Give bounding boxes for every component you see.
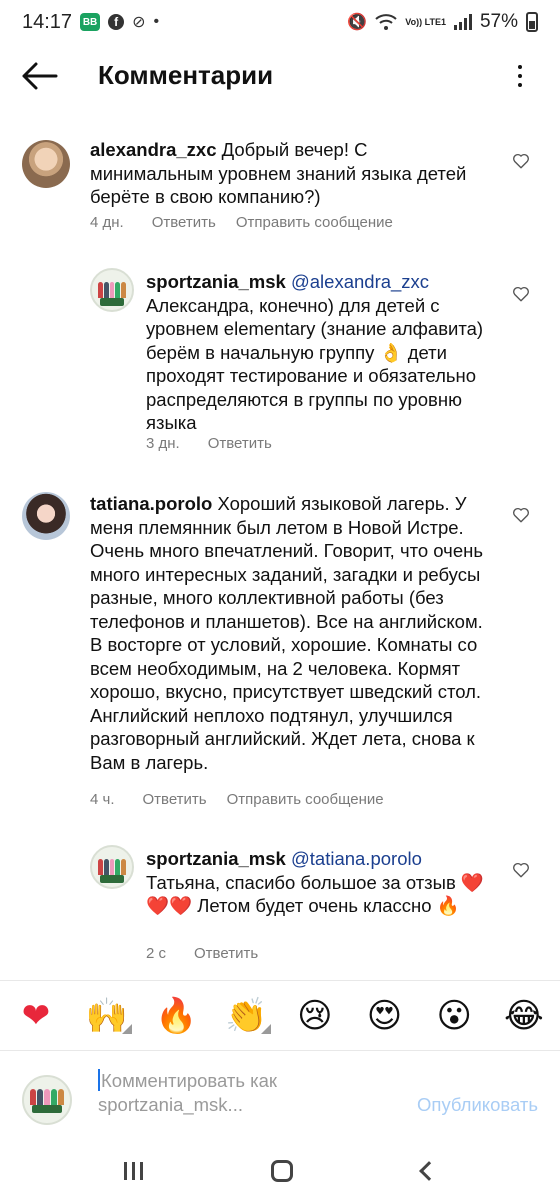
comment-text: alexandra_zxc Добрый вечер! С минимальны…	[90, 138, 494, 209]
dot-icon: •	[153, 13, 160, 30]
emoji-crying-button[interactable]: 😢	[295, 996, 335, 1036]
emoji-laughing-button[interactable]: 😂	[504, 996, 544, 1036]
status-right: 🔇 Vo)) LTE1 57%	[347, 11, 538, 33]
more-dot-icon	[518, 74, 522, 78]
header: Комментарии	[0, 44, 560, 108]
emoji-raised-hands-button[interactable]: 🙌	[86, 996, 132, 1036]
comment-time: 4 ч.	[90, 791, 115, 808]
comment-time: 3 дн.	[146, 435, 180, 452]
skin-tone-indicator-icon	[121, 1023, 132, 1034]
comment-body: Александра, конечно) для детей с уровнем…	[146, 294, 484, 434]
avatar[interactable]	[90, 845, 134, 889]
emoji-heart-eyes-button[interactable]: 😍	[365, 996, 405, 1036]
comment-meta: 4 дн. Ответить Отправить сообщение	[90, 214, 393, 231]
comment-text: sportzania_msk @alexandra_zxc Александра…	[146, 270, 492, 435]
battery-percent: 57%	[479, 11, 518, 32]
comment-username[interactable]: sportzania_msk	[146, 271, 286, 292]
mention-link[interactable]: @alexandra_zxc	[291, 271, 429, 292]
comment-input[interactable]: Комментировать как sportzania_msk...	[98, 1069, 398, 1117]
recent-apps-button[interactable]	[124, 1162, 144, 1180]
reply-button[interactable]: Ответить	[152, 214, 216, 231]
status-time: 14:17	[22, 10, 73, 33]
more-options-button[interactable]	[510, 58, 530, 94]
emoji-heart-button[interactable]: ❤	[16, 996, 56, 1036]
app-notification-icon: ВВ	[80, 13, 101, 31]
comment-username[interactable]: alexandra_zxc	[90, 139, 217, 160]
send-message-button[interactable]: Отправить сообщение	[227, 791, 384, 808]
reply-button[interactable]: Ответить	[194, 945, 258, 962]
comment-meta: 3 дн. Ответить	[146, 435, 272, 452]
reply-button[interactable]: Ответить	[143, 791, 207, 808]
comment-body: Хороший языковой лагерь. У меня племянни…	[90, 493, 483, 773]
signal-icon	[453, 14, 472, 30]
comment-composer: Комментировать как sportzania_msk... Опу…	[0, 1050, 560, 1142]
more-dot-icon	[518, 65, 522, 69]
back-button[interactable]	[20, 58, 60, 94]
arrow-left-icon	[22, 62, 58, 90]
publish-button[interactable]: Опубликовать	[417, 1094, 538, 1116]
comment-meta: 2 с Ответить	[146, 945, 258, 962]
more-dot-icon	[518, 83, 522, 87]
system-back-button[interactable]	[418, 1161, 439, 1181]
facebook-icon: f	[108, 14, 125, 30]
comment-body: Татьяна, спасибо большое за отзыв ❤️❤️❤️…	[146, 871, 484, 917]
home-button[interactable]	[271, 1160, 294, 1182]
comment-text: tatiana.porolo Хороший языковой лагерь. …	[90, 492, 494, 774]
comment-meta: 4 ч. Ответить Отправить сообщение	[90, 791, 384, 808]
avatar[interactable]	[22, 492, 70, 540]
comment-username[interactable]: tatiana.porolo	[90, 493, 212, 514]
network-type: Vo)) LTE1	[405, 16, 446, 27]
wifi-icon	[375, 14, 397, 30]
like-heart-icon[interactable]	[512, 152, 530, 170]
mute-icon: 🔇	[347, 14, 368, 31]
mention-link[interactable]: @tatiana.porolo	[291, 848, 422, 869]
like-heart-icon[interactable]	[512, 285, 530, 303]
emoji-clap-button[interactable]: 👏	[225, 996, 272, 1036]
reply-button[interactable]: Ответить	[208, 435, 272, 452]
emoji-surprised-button[interactable]: 😮	[434, 996, 474, 1036]
emoji-fire-button[interactable]: 🔥	[155, 996, 197, 1036]
comment-input-placeholder: Комментировать как sportzania_msk...	[98, 1070, 278, 1115]
like-heart-icon[interactable]	[512, 861, 530, 879]
comment-text: sportzania_msk @tatiana.porolo Татьяна, …	[146, 847, 492, 918]
comment-time: 4 дн.	[90, 214, 124, 231]
sync-icon: ⊘	[132, 14, 146, 31]
comment-time: 2 с	[146, 945, 167, 962]
status-bar: 14:17 ВВ f ⊘ • 🔇 Vo)) LTE1 57%	[0, 0, 560, 44]
status-left: 14:17 ВВ f ⊘ •	[22, 11, 159, 34]
like-heart-icon[interactable]	[512, 506, 530, 524]
avatar[interactable]	[22, 140, 70, 188]
page-title: Комментарии	[98, 60, 274, 90]
emoji-quick-bar: ❤ 🙌 🔥 👏 😢 😍 😮 😂	[0, 980, 560, 1050]
avatar	[22, 1075, 72, 1125]
skin-tone-indicator-icon	[261, 1023, 272, 1034]
system-nav-bar	[0, 1142, 560, 1200]
avatar[interactable]	[90, 268, 134, 312]
text-caret	[98, 1069, 100, 1091]
send-message-button[interactable]: Отправить сообщение	[236, 214, 393, 231]
comment-username[interactable]: sportzania_msk	[146, 848, 286, 869]
battery-icon	[526, 12, 538, 32]
